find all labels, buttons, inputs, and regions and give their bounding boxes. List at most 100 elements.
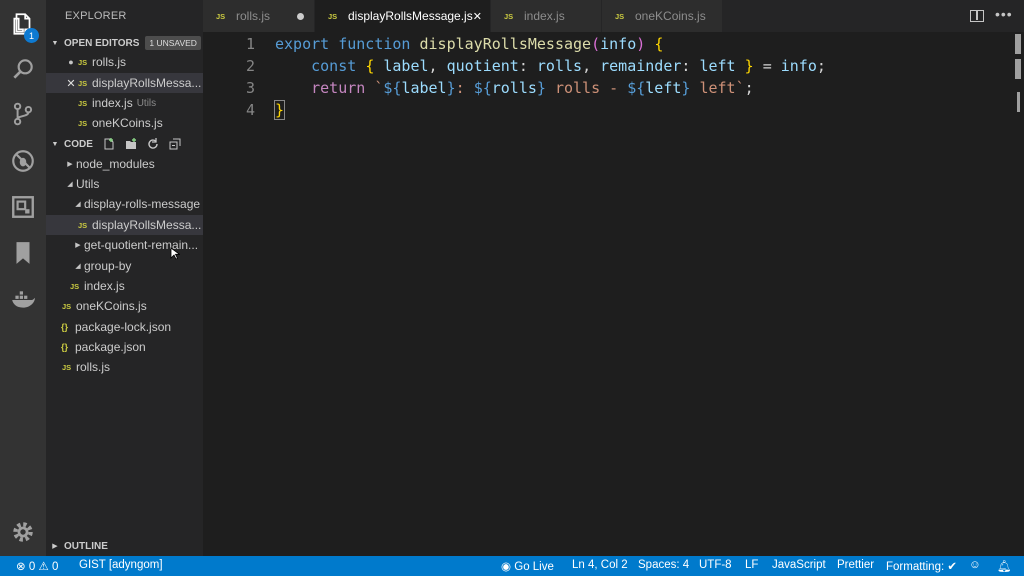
tab-label: oneKCoins.js (635, 9, 706, 23)
chevron-down-icon: ◢ (75, 263, 81, 270)
close-icon[interactable]: ✕ (473, 10, 482, 23)
new-file-icon[interactable] (103, 138, 115, 150)
open-editor-label: displayRollsMessa... (92, 76, 202, 90)
scrollbar-thumb[interactable] (1017, 92, 1020, 112)
tree-file[interactable]: {} package.json (46, 337, 203, 357)
outline-header[interactable]: ▶ OUTLINE (46, 536, 203, 556)
error-count: 0 (28, 561, 36, 573)
tab-label: displayRollsMessage.js (348, 9, 473, 23)
js-file-icon: JS (78, 78, 88, 88)
workspace-label: CODE (64, 138, 93, 150)
chevron-right-icon: ▶ (52, 543, 58, 550)
prettier-status[interactable]: Prettier (837, 559, 874, 571)
chevron-down-icon: ◢ (67, 181, 73, 188)
source-control-icon[interactable] (0, 94, 46, 134)
unsaved-badge: 1 UNSAVED (145, 36, 201, 50)
go-live-button[interactable]: ◉ Go Live (501, 559, 554, 573)
open-editors-label: OPEN EDITORS (64, 37, 140, 49)
extensions-icon[interactable] (0, 187, 46, 227)
scrollbar-thumb[interactable] (1015, 34, 1021, 54)
tree-label: rolls.js (76, 360, 111, 374)
tree-label: oneKCoins.js (76, 299, 147, 313)
status-bar: ⊗ 0 ⚠ 0 GIST [adyngom] ◉ Go Live Ln 4, C… (0, 556, 1024, 576)
unsaved-dot-icon[interactable] (297, 12, 304, 20)
code-line[interactable]: } (273, 100, 286, 120)
broadcast-icon: ◉ (501, 561, 512, 573)
open-editor-description: Utils (136, 97, 157, 109)
open-editor-item[interactable]: JS index.js Utils (46, 93, 203, 113)
language-mode[interactable]: JavaScript (772, 559, 826, 571)
tree-label: node_modules (76, 157, 155, 171)
js-file-icon: JS (78, 220, 88, 230)
js-file-icon: JS (78, 98, 88, 108)
chevron-right-icon: ▶ (67, 161, 73, 168)
code-line[interactable]: const { label, quotient: rolls, remainde… (275, 57, 826, 75)
tree-folder[interactable]: ▶ node_modules (46, 154, 203, 174)
gist-status[interactable]: GIST [adyngom] (79, 559, 163, 571)
js-file-icon: JS (328, 11, 338, 21)
files-icon[interactable]: 1 (0, 4, 46, 44)
open-editor-item[interactable]: ✕ JS displayRollsMessa... (46, 73, 203, 93)
check-icon: ✔ (947, 561, 958, 573)
problems-indicator[interactable]: ⊗ 0 ⚠ 0 (16, 559, 58, 573)
activity-bar: 1 (0, 0, 46, 556)
end-of-line[interactable]: LF (745, 559, 758, 571)
code-editor[interactable]: 1 2 3 4 export function displayRollsMess… (203, 32, 1024, 556)
tab-bar: JS rolls.js JS displayRollsMessage.js ✕ … (203, 0, 1024, 32)
json-file-icon: {} (61, 342, 69, 352)
line-number: 1 (245, 35, 255, 53)
new-folder-icon[interactable] (125, 138, 137, 150)
smiley-feedback-icon[interactable]: ☺ (969, 559, 981, 571)
warning-count: 0 (51, 561, 59, 573)
mouse-pointer-icon (170, 247, 180, 260)
search-icon[interactable] (0, 49, 46, 89)
formatting-status[interactable]: Formatting: ✔ (886, 559, 957, 573)
open-editor-item[interactable]: ● JS rolls.js (46, 52, 203, 72)
chevron-down-icon: ▼ (51, 140, 59, 148)
scrollbar-thumb[interactable] (1015, 59, 1021, 79)
split-editor-icon[interactable] (970, 10, 984, 22)
indentation[interactable]: Spaces: 4 (638, 559, 689, 571)
chevron-down-icon: ▼ (51, 39, 59, 47)
tree-file[interactable]: JS oneKCoins.js (46, 296, 203, 316)
unsaved-dot-icon[interactable]: ● (64, 57, 78, 67)
tab-index[interactable]: JS index.js (491, 0, 602, 32)
tree-folder[interactable]: ◢ Utils (46, 174, 203, 194)
tree-file[interactable]: {} package-lock.json (46, 317, 203, 337)
js-file-icon: JS (78, 118, 88, 128)
error-icon: ⊗ (16, 561, 26, 573)
tab-one-k-coins[interactable]: JS oneKCoins.js (602, 0, 723, 32)
notifications-bell-icon[interactable]: 🔔︎ (997, 559, 1012, 573)
chevron-down-icon: ◢ (75, 201, 81, 208)
tab-display-rolls-message[interactable]: JS displayRollsMessage.js ✕ (315, 0, 491, 32)
bookmark-icon[interactable] (0, 233, 46, 273)
refresh-icon[interactable] (147, 138, 159, 150)
tree-file[interactable]: JS index.js (46, 276, 203, 296)
line-number: 4 (245, 101, 255, 119)
workspace-header[interactable]: ▼ CODE (46, 134, 203, 154)
open-editor-label: rolls.js (92, 55, 127, 69)
tree-label: Utils (76, 177, 100, 191)
encoding[interactable]: UTF-8 (699, 559, 732, 571)
tree-label: display-rolls-message (84, 197, 201, 211)
tree-label: group-by (84, 259, 132, 273)
open-editors-header[interactable]: ▼ OPEN EDITORS 1 UNSAVED (46, 33, 203, 53)
settings-gear-icon[interactable] (0, 512, 46, 552)
tree-file[interactable]: JS rolls.js (46, 357, 203, 377)
tree-file[interactable]: JS displayRollsMessa... (46, 215, 203, 235)
tree-label: get-quotient-remain... (84, 238, 199, 252)
tab-rolls[interactable]: JS rolls.js (203, 0, 315, 32)
json-file-icon: {} (61, 322, 69, 332)
cursor-position[interactable]: Ln 4, Col 2 (572, 559, 628, 571)
collapse-all-icon[interactable] (169, 138, 181, 150)
more-actions-icon[interactable]: ••• (995, 6, 1013, 22)
explorer-sidebar: EXPLORER ▼ OPEN EDITORS 1 UNSAVED ● JS r… (46, 0, 203, 556)
code-line[interactable]: export function displayRollsMessage(info… (275, 35, 663, 53)
docker-icon[interactable] (0, 280, 46, 320)
open-editor-item[interactable]: JS oneKCoins.js (46, 113, 203, 133)
code-line[interactable]: return `${label}: ${rolls} rolls - ${lef… (275, 79, 754, 97)
close-icon[interactable]: ✕ (64, 77, 78, 90)
line-number: 3 (245, 79, 255, 97)
tree-folder[interactable]: ◢ display-rolls-message (46, 194, 203, 214)
debug-icon[interactable] (0, 141, 46, 181)
